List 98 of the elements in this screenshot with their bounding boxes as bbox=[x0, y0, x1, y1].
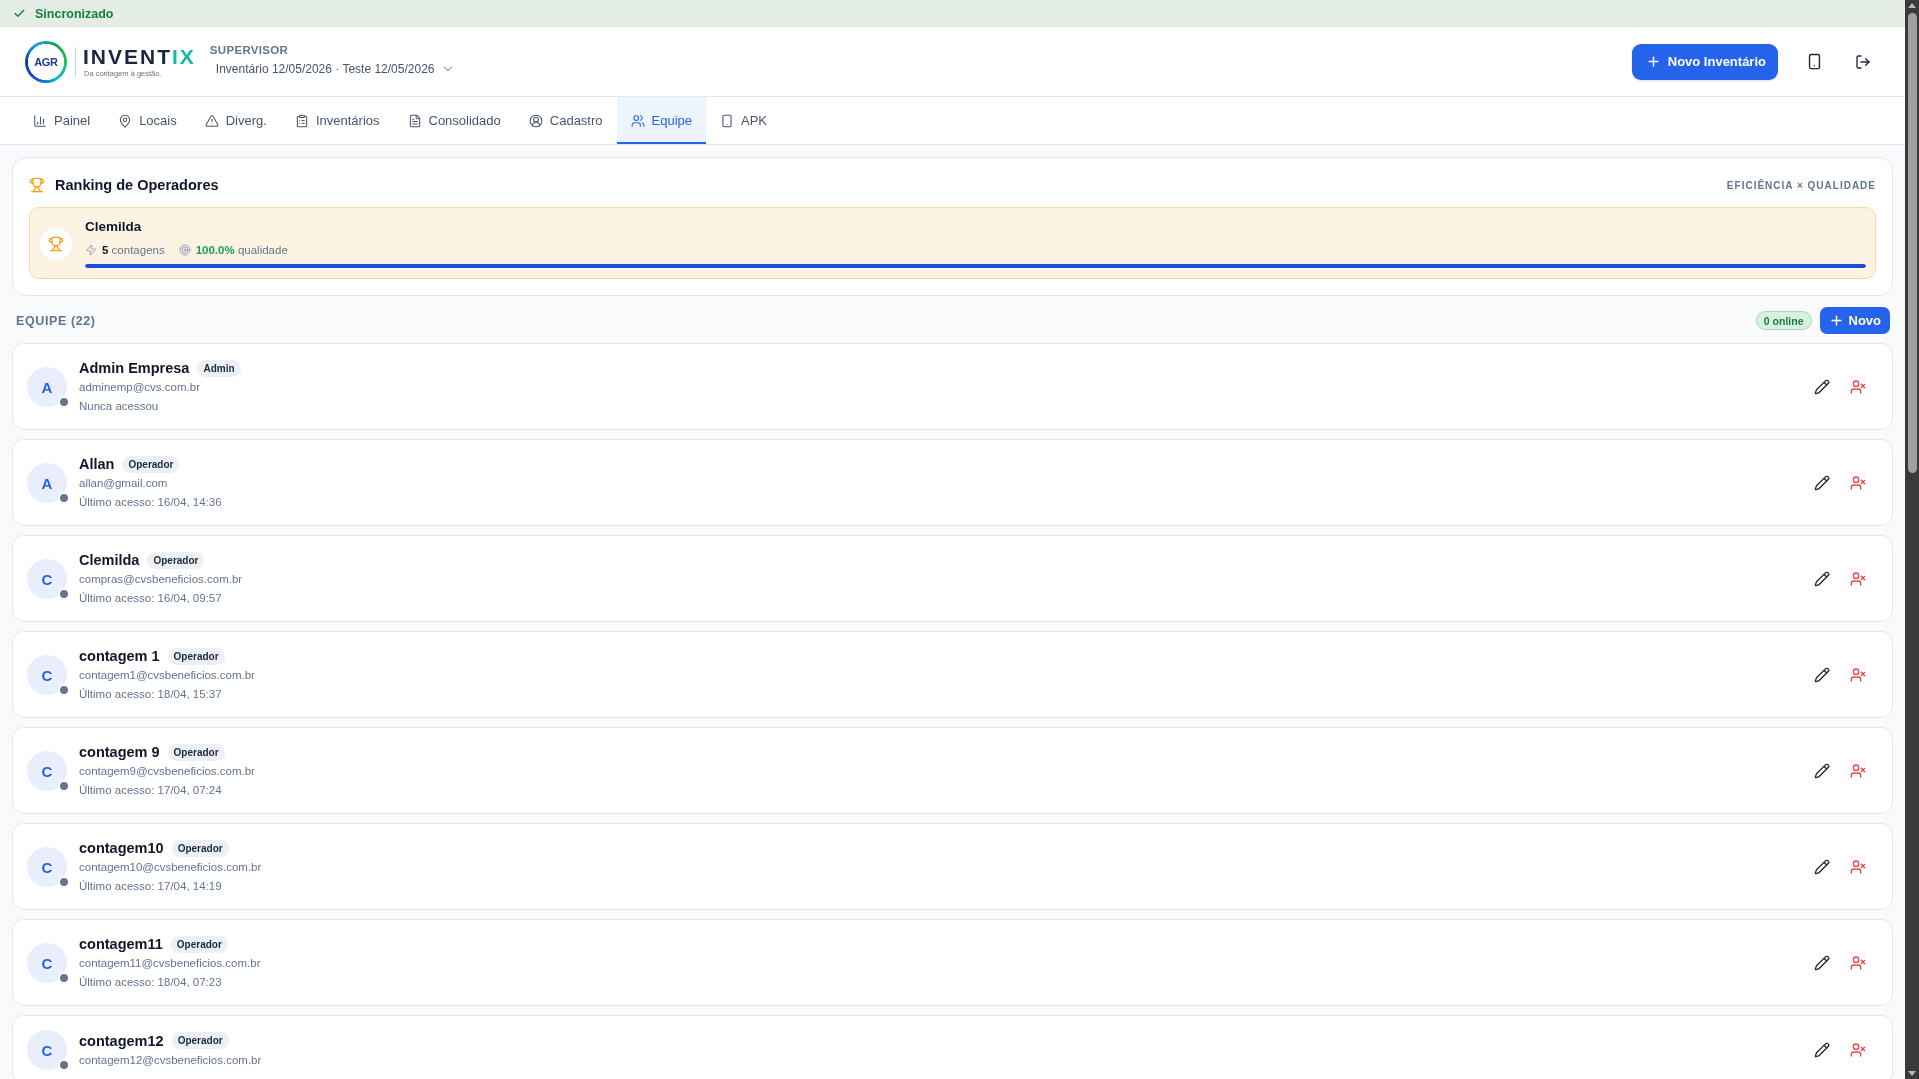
tab[interactable]: Inventários bbox=[280, 97, 394, 144]
pencil-icon[interactable] bbox=[1814, 955, 1830, 971]
member-email: allan@gmail.com bbox=[79, 476, 168, 491]
plus-icon bbox=[1645, 54, 1661, 69]
last-access-text: Último acesso: 18/04, 15:37 bbox=[79, 687, 222, 702]
last-access-text: Nunca acessou bbox=[79, 399, 159, 414]
avatar: C bbox=[27, 655, 67, 695]
team-title: EQUIPE (22) bbox=[16, 313, 96, 328]
member-name: Allan bbox=[79, 456, 115, 472]
role-badge: Operador bbox=[122, 455, 180, 473]
avatar: C bbox=[27, 943, 67, 983]
operator-name: Clemilda bbox=[85, 219, 142, 235]
user-x-icon[interactable] bbox=[1850, 955, 1866, 971]
member-name: contagem 9 bbox=[79, 744, 160, 760]
member-name: contagem 1 bbox=[79, 648, 160, 664]
tab[interactable]: Cadastro bbox=[514, 97, 617, 144]
user-x-icon[interactable] bbox=[1850, 667, 1866, 683]
document-icon bbox=[407, 113, 422, 128]
online-count-badge: 0 online bbox=[1755, 311, 1812, 330]
member-name: Admin Empresa bbox=[79, 360, 190, 376]
role-badge: Operador bbox=[171, 839, 229, 857]
member-email: contagem12@cvsbeneficios.com.br bbox=[79, 1052, 262, 1068]
tab[interactable]: Painel bbox=[19, 97, 105, 144]
tab[interactable]: Consolidado bbox=[393, 97, 515, 144]
tab[interactable]: Diverg. bbox=[190, 97, 281, 144]
avatar: A bbox=[27, 463, 67, 503]
smartphone-icon[interactable] bbox=[1806, 53, 1823, 70]
member-name: contagem11 bbox=[79, 936, 163, 952]
pencil-icon[interactable] bbox=[1814, 763, 1830, 779]
logo-badge: AGR bbox=[25, 40, 67, 83]
last-access-text: Último acesso: 17/04, 07:24 bbox=[79, 783, 222, 798]
count-stat: 5 contagens bbox=[102, 244, 165, 256]
new-inventory-button[interactable]: Novo Inventário bbox=[1631, 43, 1778, 80]
avatar: C bbox=[27, 1030, 67, 1070]
pencil-icon[interactable] bbox=[1814, 859, 1830, 875]
user-circle-icon bbox=[528, 113, 543, 128]
member-name: contagem10 bbox=[79, 840, 164, 856]
bar-chart-icon bbox=[33, 113, 47, 128]
user-x-icon[interactable] bbox=[1850, 571, 1866, 587]
scrollbar[interactable] bbox=[1905, 0, 1919, 1079]
inventory-select[interactable]: Inventário 12/05/2026 · Teste 12/05/2026 bbox=[209, 61, 456, 76]
smartphone-icon bbox=[720, 113, 734, 128]
member-email: contagem11@cvsbeneficios.com.br bbox=[79, 956, 261, 971]
users-icon bbox=[630, 113, 645, 128]
pencil-icon[interactable] bbox=[1814, 379, 1830, 395]
scrollbar-thumb[interactable] bbox=[1907, 13, 1917, 473]
scroll-up-arrow-icon[interactable] bbox=[1908, 3, 1916, 8]
tab[interactable]: APK bbox=[706, 97, 782, 144]
member-email: contagem10@cvsbeneficios.com.br bbox=[79, 860, 262, 875]
ranking-title: Ranking de Operadores bbox=[55, 177, 219, 193]
role-badge: Operador bbox=[167, 647, 225, 665]
last-access-text: Último acesso: 17/04, 14:19 bbox=[79, 879, 222, 894]
role-badge: Operador bbox=[170, 935, 228, 953]
role-badge: Operador bbox=[147, 551, 205, 569]
sync-status-text: Sincronizado bbox=[35, 6, 114, 21]
pencil-icon[interactable] bbox=[1814, 667, 1830, 683]
role-badge: Operador bbox=[171, 1032, 229, 1049]
trophy-badge-icon bbox=[40, 227, 72, 260]
plus-icon bbox=[1828, 313, 1844, 328]
warning-triangle-icon bbox=[204, 113, 219, 128]
pencil-icon[interactable] bbox=[1814, 571, 1830, 587]
tab[interactable]: Equipe bbox=[616, 97, 706, 144]
target-icon bbox=[178, 244, 191, 256]
avatar: A bbox=[27, 367, 67, 407]
check-icon bbox=[13, 7, 26, 20]
last-access-text: Último acesso: 16/04, 14:36 bbox=[79, 495, 222, 510]
avatar: C bbox=[27, 559, 67, 599]
user-x-icon[interactable] bbox=[1850, 763, 1866, 779]
pencil-icon[interactable] bbox=[1814, 1042, 1830, 1058]
map-pin-icon bbox=[118, 113, 133, 128]
logo-wordmark: INVENTIX bbox=[83, 45, 196, 68]
last-access-text: Último acesso: 18/04, 07:23 bbox=[79, 975, 222, 990]
pencil-icon[interactable] bbox=[1814, 475, 1830, 491]
role-badge: Operador bbox=[167, 743, 225, 761]
member-email: compras@cvsbeneficios.com.br bbox=[79, 572, 243, 587]
scroll-down-arrow-icon[interactable] bbox=[1908, 1071, 1916, 1076]
user-x-icon[interactable] bbox=[1850, 475, 1866, 491]
member-email: contagem9@cvsbeneficios.com.br bbox=[79, 764, 255, 779]
tab[interactable]: Locais bbox=[104, 97, 191, 144]
user-x-icon[interactable] bbox=[1850, 1042, 1866, 1058]
user-x-icon[interactable] bbox=[1850, 859, 1866, 875]
ranking-subtitle: EFICIÊNCIA × QUALIDADE bbox=[1726, 179, 1876, 191]
lightning-icon bbox=[85, 244, 97, 256]
clipboard-list-icon bbox=[294, 113, 309, 128]
member-email: contagem1@cvsbeneficios.com.br bbox=[79, 668, 255, 683]
logout-icon[interactable] bbox=[1855, 53, 1871, 70]
avatar: C bbox=[27, 847, 67, 887]
member-name: contagem12 bbox=[79, 1032, 164, 1049]
member-name: Clemilda bbox=[79, 552, 140, 568]
trophy-icon bbox=[29, 177, 45, 193]
member-email: adminemp@cvs.com.br bbox=[79, 380, 200, 395]
role-label: SUPERVISOR bbox=[209, 43, 290, 56]
avatar: C bbox=[27, 751, 67, 791]
role-badge: Admin bbox=[197, 359, 241, 377]
user-x-icon[interactable] bbox=[1850, 379, 1866, 395]
new-member-button[interactable]: Novo bbox=[1819, 307, 1890, 334]
last-access-text: Último acesso: 16/04, 09:57 bbox=[79, 591, 222, 606]
quality-stat: 100.0% qualidade bbox=[195, 244, 288, 256]
